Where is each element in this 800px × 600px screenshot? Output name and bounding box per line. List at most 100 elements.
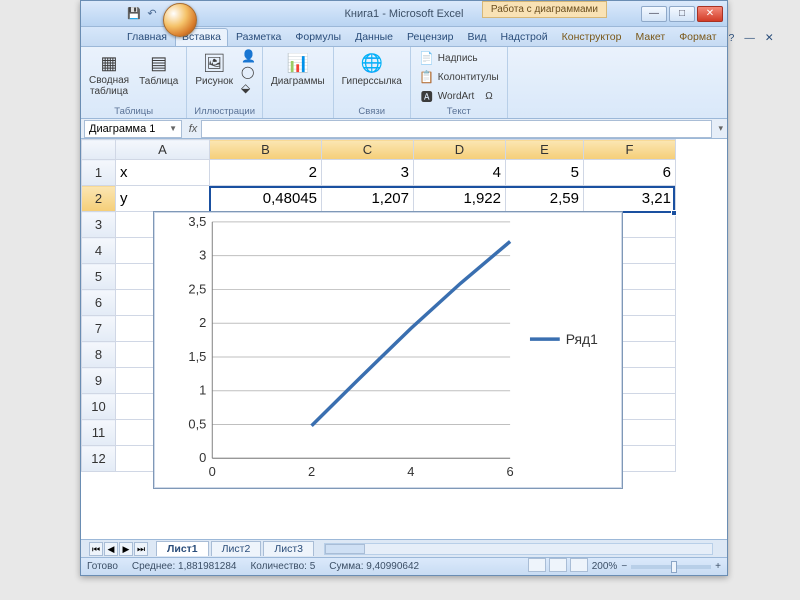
sheet-nav-last-icon[interactable]: ⏭ [134,542,148,556]
tab-layout[interactable]: Разметка [230,29,287,46]
spreadsheet-grid[interactable]: A B C D E F 1 x 2 3 4 5 6 [81,139,727,539]
sheet-tab-1[interactable]: Лист1 [156,541,209,556]
tab-review[interactable]: Рецензир [401,29,459,46]
col-header-F[interactable]: F [584,140,676,160]
inner-close-button[interactable]: ✕ [761,30,778,46]
pivot-table-button[interactable]: ▦ Сводная таблица [87,49,131,99]
help-icon[interactable]: ? [725,30,739,46]
zoom-out-button[interactable]: − [621,561,627,572]
ribbon-group-links: 🌐 Гиперссылка Связи [334,47,411,118]
cell-A2[interactable]: y [116,186,210,212]
tab-data[interactable]: Данные [349,29,399,46]
cell-D2[interactable]: 1,922 [414,186,506,212]
view-switcher [528,558,588,575]
minimize-button[interactable]: — [641,6,667,22]
sheet-tab-bar: ⏮ ◀ ▶ ⏭ Лист1 Лист2 Лист3 [81,539,727,557]
row-header-10[interactable]: 10 [82,394,116,420]
tab-format[interactable]: Формат [673,29,722,46]
picture-button[interactable]: 🖼 Рисунок [193,49,235,89]
symbol-omega-icon[interactable]: Ω [485,91,492,102]
row-header-5[interactable]: 5 [82,264,116,290]
horizontal-scrollbar[interactable] [324,543,713,555]
hyperlink-button[interactable]: 🌐 Гиперссылка [340,49,404,89]
cell-B2[interactable]: 0,48045 [210,186,322,212]
col-header-C[interactable]: C [322,140,414,160]
wordart-icon: 🅰 [419,89,435,103]
tab-design[interactable]: Конструктор [556,29,628,46]
cell-D1[interactable]: 4 [414,160,506,186]
cell-A1[interactable]: x [116,160,210,186]
formula-bar: Диаграмма 1 ▼ fx ▾ [81,119,727,139]
sheet-tab-3[interactable]: Лист3 [263,541,314,556]
cell-C1[interactable]: 3 [322,160,414,186]
headerfooter-button[interactable]: 📋Колонтитулы [417,68,501,86]
textbox-button[interactable]: 📄Надпись [417,49,501,67]
fill-handle[interactable] [671,210,677,216]
sheet-tab-2[interactable]: Лист2 [211,541,262,556]
row-header-7[interactable]: 7 [82,316,116,342]
row-header-11[interactable]: 11 [82,420,116,446]
wordart-button[interactable]: 🅰WordArtΩ [417,87,501,105]
close-button[interactable]: ✕ [697,6,723,22]
table-icon: ▤ [145,51,173,75]
row-header-3[interactable]: 3 [82,212,116,238]
cell-F1[interactable]: 6 [584,160,676,186]
tab-chartlayout[interactable]: Макет [629,29,671,46]
tab-view[interactable]: Вид [461,29,492,46]
col-header-A[interactable]: A [116,140,210,160]
zoom-slider[interactable] [631,565,711,569]
name-box[interactable]: Диаграмма 1 ▼ [84,120,182,138]
tab-addins[interactable]: Надстрой [494,29,553,46]
view-layout-icon[interactable] [549,558,567,572]
smartart-icon[interactable]: ⬙ [241,81,256,95]
row-header-6[interactable]: 6 [82,290,116,316]
row-header-1[interactable]: 1 [82,160,116,186]
fx-icon[interactable]: fx [185,123,201,135]
svg-text:2,5: 2,5 [188,281,206,296]
chart-svg: 0 0,5 1 1,5 2 2,5 3 3,5 0 2 4 6 [154,212,622,488]
col-header-B[interactable]: B [210,140,322,160]
ribbon-group-illustrations: 🖼 Рисунок 👤 ◯ ⬙ Иллюстрации [187,47,263,118]
tab-formulas[interactable]: Формулы [289,29,347,46]
ribbon-minimize-button[interactable]: — [740,30,759,46]
svg-text:3: 3 [199,248,206,263]
sheet-nav-next-icon[interactable]: ▶ [119,542,133,556]
view-pagebreak-icon[interactable] [570,558,588,572]
hscroll-thumb[interactable] [325,544,365,554]
col-header-E[interactable]: E [506,140,584,160]
clipart-icon[interactable]: 👤 [241,49,256,63]
cell-F2[interactable]: 3,21 [584,186,676,212]
undo-icon[interactable]: ↶ [145,7,159,21]
cell-E2[interactable]: 2,59 [506,186,584,212]
row-header-4[interactable]: 4 [82,238,116,264]
cell-B1[interactable]: 2 [210,160,322,186]
formula-expand-icon[interactable]: ▾ [714,123,727,134]
maximize-button[interactable]: □ [669,6,695,22]
tab-home[interactable]: Главная [121,29,173,46]
row-header-12[interactable]: 12 [82,446,116,472]
col-header-D[interactable]: D [414,140,506,160]
view-normal-icon[interactable] [528,558,546,572]
row-header-2[interactable]: 2 [82,186,116,212]
group-label-charts [269,106,327,118]
cell-C2[interactable]: 1,207 [322,186,414,212]
charts-button[interactable]: 📊 Диаграммы [269,49,327,89]
headerfooter-icon: 📋 [419,70,435,84]
office-button[interactable] [163,3,197,37]
row-header-9[interactable]: 9 [82,368,116,394]
table-button[interactable]: ▤ Таблица [137,49,180,89]
formula-input[interactable] [201,120,712,138]
row-header-8[interactable]: 8 [82,342,116,368]
save-icon[interactable]: 💾 [127,7,141,21]
shapes-icon[interactable]: ◯ [241,65,256,79]
zoom-level[interactable]: 200% [592,561,618,572]
zoom-in-button[interactable]: + [715,561,721,572]
sheet-nav-prev-icon[interactable]: ◀ [104,542,118,556]
embedded-chart[interactable]: 0 0,5 1 1,5 2 2,5 3 3,5 0 2 4 6 [153,211,623,489]
zoom-slider-handle[interactable] [671,561,677,573]
cell-E1[interactable]: 5 [506,160,584,186]
svg-text:0: 0 [209,464,216,479]
select-all-corner[interactable] [82,140,116,160]
sheet-nav-first-icon[interactable]: ⏮ [89,542,103,556]
name-box-dropdown-icon[interactable]: ▼ [169,124,177,133]
